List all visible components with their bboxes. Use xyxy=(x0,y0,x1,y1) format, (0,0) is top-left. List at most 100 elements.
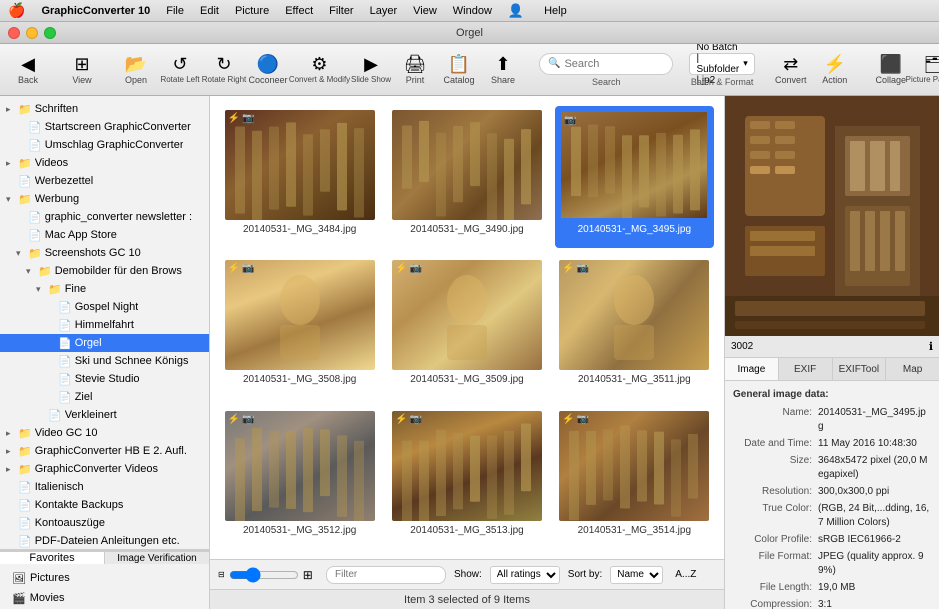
coconeer-button[interactable]: 🔵 Coconeer xyxy=(248,48,288,92)
photo-cell-3512[interactable]: ⚡📷20140531-_MG_3512.jpg xyxy=(220,407,379,549)
photo-cell-3495[interactable]: 📷20140531-_MG_3495.jpg xyxy=(555,106,714,248)
tree-arrow-schriften: ▸ xyxy=(6,104,18,115)
sidebar-item-graphicHB[interactable]: ▸📁GraphicConverter HB E 2. Aufl. xyxy=(0,442,209,460)
folder-icon-werbung: 📁 xyxy=(18,193,32,206)
menu-file[interactable]: File xyxy=(166,5,184,17)
image-verification-tab[interactable]: Image Verification xyxy=(105,552,209,564)
sidebar-item-konto[interactable]: 📄Kontoauszüge xyxy=(0,514,209,532)
menu-view[interactable]: View xyxy=(413,5,437,17)
folder-icon-konto: 📄 xyxy=(18,517,32,530)
maximize-button[interactable] xyxy=(44,27,56,39)
photo-cell-3484[interactable]: ⚡📷20140531-_MG_3484.jpg xyxy=(220,106,379,248)
sidebar-item-umschlag[interactable]: 📄Umschlag GraphicConverter xyxy=(0,136,209,154)
sort-select[interactable]: Name xyxy=(610,566,663,584)
minimize-button[interactable] xyxy=(26,27,38,39)
show-select[interactable]: All ratings xyxy=(490,566,560,584)
print-button[interactable]: 🖨 Print xyxy=(395,48,435,92)
pictures-label: Pictures xyxy=(30,572,70,584)
search-icon: 🔍 xyxy=(548,58,560,69)
sidebar-item-ski[interactable]: 📄Ski und Schnee Königs xyxy=(0,352,209,370)
view-button[interactable]: ⊞ View xyxy=(52,48,112,92)
sidebar-item-werbung[interactable]: ▾📁Werbung xyxy=(0,190,209,208)
sidebar-item-italienisch[interactable]: 📄Italienisch xyxy=(0,478,209,496)
menu-app-name[interactable]: GraphicConverter 10 xyxy=(41,5,150,17)
menu-picture[interactable]: Picture xyxy=(235,5,269,17)
panel-tabs: Image EXIF EXIFTool Map xyxy=(725,358,939,381)
sidebar-item-ziel[interactable]: 📄Ziel xyxy=(0,388,209,406)
sidebar-item-fine[interactable]: ▾📁Fine xyxy=(0,280,209,298)
menu-window[interactable]: Window xyxy=(453,5,492,17)
apple-menu[interactable]: 🍎 xyxy=(8,2,25,19)
close-button[interactable] xyxy=(8,27,20,39)
sidebar-item-screenshots[interactable]: ▾📁Screenshots GC 10 xyxy=(0,244,209,262)
tab-map[interactable]: Map xyxy=(886,358,939,380)
sidebar-item-pdf[interactable]: 📄PDF-Dateien Anleitungen etc. xyxy=(0,532,209,549)
favorites-tab[interactable]: Favorites xyxy=(0,552,105,564)
info-profile-row: Color Profile: sRGB IEC61966-2 xyxy=(733,531,931,548)
filter-input[interactable] xyxy=(326,566,446,584)
flash-icon-3513: ⚡ xyxy=(395,414,407,425)
menu-effect[interactable]: Effect xyxy=(285,5,313,17)
rotate-right-button[interactable]: ↻ Rotate Right xyxy=(204,48,244,92)
sidebar-item-orgel[interactable]: 📄Orgel xyxy=(0,334,209,352)
sidebar-item-videos[interactable]: ▸📁Videos xyxy=(0,154,209,172)
catalog-button[interactable]: 📋 Catalog xyxy=(439,48,479,92)
menu-account[interactable]: 👤 xyxy=(508,3,524,19)
photo-cell-3514[interactable]: ⚡📷20140531-_MG_3514.jpg xyxy=(555,407,714,549)
back-button[interactable]: ◀ Back xyxy=(8,48,48,92)
sidebar-item-himmelfahrt[interactable]: 📄Himmelfahrt xyxy=(0,316,209,334)
tab-exiftool[interactable]: EXIFTool xyxy=(833,358,887,380)
tab-exif[interactable]: EXIF xyxy=(779,358,833,380)
sidebar-item-startscreen[interactable]: 📄Startscreen GraphicConverter xyxy=(0,118,209,136)
batch-dropdown[interactable]: No Batch | Subfolder | jp2 ▾ xyxy=(689,53,754,75)
photo-cell-3490[interactable]: 20140531-_MG_3490.jpg xyxy=(387,106,546,248)
share-button[interactable]: ⬆ Share xyxy=(483,48,523,92)
convert-button[interactable]: ⚙ Convert & Modify xyxy=(292,48,347,92)
action-icon: ⚡ xyxy=(824,55,846,73)
tree-label-gospel: Gospel Night xyxy=(75,301,139,313)
collage-button[interactable]: ⬛ Collage xyxy=(871,48,911,92)
photo-cell-3513[interactable]: ⚡📷20140531-_MG_3513.jpg xyxy=(387,407,546,549)
sidebar-item-appstore[interactable]: 📄Mac App Store xyxy=(0,226,209,244)
sidebar-item-kontakte[interactable]: 📄Kontakte Backups xyxy=(0,496,209,514)
menu-filter[interactable]: Filter xyxy=(329,5,353,17)
photo-cell-3511[interactable]: ⚡📷20140531-_MG_3511.jpg xyxy=(555,256,714,398)
menu-layer[interactable]: Layer xyxy=(370,5,398,17)
zoom-range[interactable] xyxy=(229,569,299,581)
rotate-left-button[interactable]: ↺ Rotate Left xyxy=(160,48,200,92)
filter-box[interactable] xyxy=(326,566,446,584)
length-value: 19,0 MB xyxy=(818,581,931,595)
catalog-icon: 📋 xyxy=(448,55,470,73)
sidebar-item-gospel[interactable]: 📄Gospel Night xyxy=(0,298,209,316)
slideshow-button[interactable]: ▶ Slide Show xyxy=(351,48,391,92)
picture-package-button[interactable]: 🗂 Picture Package xyxy=(915,48,939,92)
search-box[interactable]: 🔍 xyxy=(539,53,673,75)
sidebar-item-demobilder[interactable]: ▾📁Demobilder für den Brows xyxy=(0,262,209,280)
photo-cell-3509[interactable]: ⚡📷20140531-_MG_3509.jpg xyxy=(387,256,546,398)
zoom-slider[interactable]: ⊟ ⊞ xyxy=(218,568,318,582)
action-button[interactable]: ⚡ Action xyxy=(815,48,855,92)
action-label: Action xyxy=(822,75,847,85)
sidebar-item-werbezettel[interactable]: 📄Werbezettel xyxy=(0,172,209,190)
favorites-item-pictures[interactable]: 🖼 Pictures xyxy=(8,568,201,588)
tab-image[interactable]: Image xyxy=(725,358,779,380)
sidebar-item-graphicVideos[interactable]: ▸📁GraphicConverter Videos xyxy=(0,460,209,478)
tree-label-verkleinert: Verkleinert xyxy=(65,409,117,421)
thumb-svg-3514 xyxy=(559,411,709,521)
favorites-item-movies[interactable]: 🎬 Movies xyxy=(8,588,201,608)
thumb-svg-3512 xyxy=(225,411,375,521)
menu-help[interactable]: Help xyxy=(544,5,567,17)
photo-cell-3508[interactable]: ⚡📷20140531-_MG_3508.jpg xyxy=(220,256,379,398)
convert-section-button[interactable]: ⇄ Convert xyxy=(771,48,811,92)
sidebar-item-stevie[interactable]: 📄Stevie Studio xyxy=(0,370,209,388)
compression-value: 3:1 xyxy=(818,598,931,609)
sidebar-item-verkleinert[interactable]: 📄Verkleinert xyxy=(0,406,209,424)
menu-edit[interactable]: Edit xyxy=(200,5,219,17)
sidebar-item-newsletter[interactable]: 📄graphic_converter newsletter : xyxy=(0,208,209,226)
search-input[interactable] xyxy=(564,58,664,70)
date-label: Date and Time: xyxy=(733,437,818,451)
sidebar-item-schriften[interactable]: ▸📁Schriften xyxy=(0,100,209,118)
preview-info-icon[interactable]: ℹ xyxy=(929,340,933,353)
open-button[interactable]: 📂 Open xyxy=(116,48,156,92)
sidebar-item-videogc[interactable]: ▸📁Video GC 10 xyxy=(0,424,209,442)
